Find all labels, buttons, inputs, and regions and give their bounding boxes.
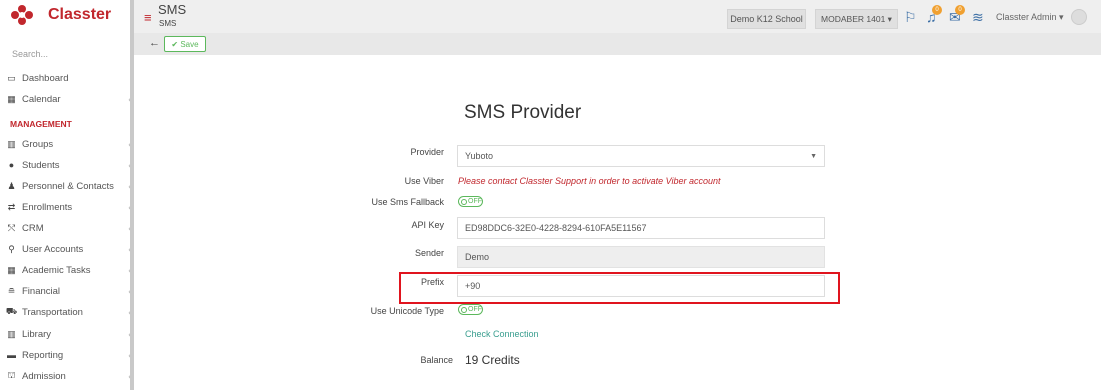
sender-label: Sender bbox=[414, 248, 444, 258]
sidebar-item-financial[interactable]: ≘ Financial ‹ bbox=[5, 283, 133, 299]
provider-select[interactable]: Yuboto ▼ bbox=[457, 145, 825, 167]
balance-label: Balance bbox=[420, 355, 453, 365]
toggle-state: OFF bbox=[468, 306, 482, 313]
sidebar-item-groups[interactable]: ▥ Groups ‹ bbox=[5, 136, 133, 152]
viber-warning-text: Please contact Classter Support in order… bbox=[458, 176, 721, 186]
admission-icon: ⛫ bbox=[7, 370, 16, 380]
save-button-label: Save bbox=[180, 39, 199, 49]
sidebar-item-enrollments[interactable]: ⇄ Enrollments ‹ bbox=[5, 199, 133, 215]
groups-icon: ▥ bbox=[7, 138, 16, 149]
sidebar-item-label: Academic Tasks bbox=[22, 264, 91, 276]
layers-icon[interactable]: ≋ bbox=[972, 9, 984, 26]
avatar[interactable] bbox=[1071, 9, 1087, 25]
library-icon: ▥ bbox=[7, 328, 16, 339]
sidebar-item-academic-tasks[interactable]: ▦ Academic Tasks ‹ bbox=[5, 262, 133, 278]
notification-count-badge: 0 bbox=[932, 5, 942, 15]
sidebar-item-label: Personnel & Contacts bbox=[22, 180, 114, 192]
page-title: SMS bbox=[158, 2, 187, 17]
page-breadcrumb: SMS bbox=[159, 19, 177, 28]
sidebar-item-label: Dashboard bbox=[22, 72, 69, 84]
message-count-badge: 0 bbox=[955, 5, 965, 15]
unicode-type-label: Use Unicode Type bbox=[370, 306, 444, 316]
sidebar-item-label: CRM bbox=[22, 222, 44, 234]
calendar-icon: ▦ bbox=[7, 93, 16, 104]
sidebar-item-user-accounts[interactable]: ⚲ User Accounts ‹ bbox=[5, 241, 133, 257]
caret-down-icon: ▾ bbox=[1059, 12, 1064, 22]
sidebar-item-crm[interactable]: ⤲ CRM ‹ bbox=[5, 220, 133, 236]
sidebar-item-personnel[interactable]: ♟ Personnel & Contacts ‹ bbox=[5, 178, 133, 194]
sidebar-item-label: Groups bbox=[22, 138, 54, 150]
provider-value: Yuboto bbox=[465, 151, 494, 161]
caret-down-icon: ▾ bbox=[887, 13, 892, 24]
sidebar-section-management: MANAGEMENT bbox=[10, 119, 72, 129]
prefix-highlight-box bbox=[399, 272, 840, 304]
sidebar-item-reporting[interactable]: ▬ Reporting ‹ bbox=[5, 347, 133, 363]
save-button[interactable]: ✔ Save bbox=[164, 36, 206, 52]
sidebar-item-calendar[interactable]: ▦ Calendar ‹ bbox=[5, 91, 133, 107]
caret-down-icon: ▼ bbox=[810, 153, 817, 160]
flag-icon[interactable]: ⚐ bbox=[904, 9, 917, 26]
search-input[interactable]: Search... bbox=[12, 49, 48, 59]
bell-icon[interactable]: ♫ 0 bbox=[926, 5, 942, 25]
form-title: SMS Provider bbox=[464, 102, 582, 123]
sidebar-item-library[interactable]: ▥ Library ‹ bbox=[5, 326, 133, 342]
printer-icon: ▬ bbox=[7, 350, 16, 360]
provider-label: Provider bbox=[410, 147, 444, 157]
classter-logo-icon bbox=[11, 5, 33, 25]
toggle-state: OFF bbox=[468, 198, 482, 205]
logo[interactable]: Classter bbox=[10, 4, 111, 26]
user-name: Classter Admin bbox=[996, 12, 1057, 22]
financial-icon: ≘ bbox=[7, 285, 16, 296]
sidebar-item-admission[interactable]: ⛫ Admission ‹ bbox=[5, 368, 133, 384]
sidebar-item-students[interactable]: ● Students ‹ bbox=[5, 157, 133, 173]
sms-fallback-toggle[interactable]: OFF bbox=[458, 196, 483, 207]
school-selector-button[interactable]: Demo K12 School bbox=[727, 9, 806, 29]
balance-value: 19 Credits bbox=[465, 353, 520, 367]
app-name: Classter bbox=[48, 6, 112, 23]
sidebar-item-label: Students bbox=[22, 159, 60, 171]
api-key-input[interactable]: ED98DDC6-32E0-4228-8294-610FA5E11567 bbox=[457, 217, 825, 239]
sidebar-item-transportation[interactable]: ⛟ Transportation ‹ bbox=[5, 304, 133, 320]
back-arrow-icon[interactable]: ← bbox=[149, 37, 160, 49]
sidebar-item-label: Enrollments bbox=[22, 201, 73, 213]
sms-fallback-label: Use Sms Fallback bbox=[371, 197, 444, 207]
check-connection-link[interactable]: Check Connection bbox=[465, 329, 539, 339]
sidebar-item-dashboard[interactable]: ▭ Dashboard bbox=[5, 70, 133, 86]
sidebar-item-label: Calendar bbox=[22, 93, 61, 105]
sidebar-item-label: Transportation bbox=[22, 306, 83, 318]
use-viber-label: Use Viber bbox=[404, 176, 444, 186]
sender-input[interactable]: Demo bbox=[457, 246, 825, 268]
top-bar: ≡ SMS SMS Demo K12 School MODABER 1401 ▾… bbox=[134, 0, 1101, 33]
enrollments-icon: ⇄ bbox=[7, 201, 16, 212]
academic-tasks-icon: ▦ bbox=[7, 264, 16, 275]
message-icon[interactable]: ✉ 0 bbox=[949, 5, 965, 26]
toggle-knob bbox=[461, 306, 467, 313]
api-key-label: API Key bbox=[411, 220, 444, 230]
user-accounts-icon: ⚲ bbox=[8, 243, 15, 254]
sidebar-item-label: Reporting bbox=[22, 349, 64, 361]
bus-icon: ⛟ bbox=[5, 306, 18, 316]
toggle-knob bbox=[461, 198, 467, 205]
crm-icon: ⤲ bbox=[7, 222, 16, 233]
unicode-type-toggle[interactable]: OFF bbox=[458, 304, 483, 315]
check-icon: ✔ bbox=[171, 39, 179, 49]
sidebar-item-label: User Accounts bbox=[22, 243, 84, 255]
year-selector-button[interactable]: MODABER 1401 ▾ bbox=[815, 9, 898, 29]
action-bar: ← ✔ Save bbox=[134, 33, 1101, 55]
sidebar: Classter Search... ▭ Dashboard ▦ Calenda… bbox=[0, 0, 133, 390]
sidebar-item-label: Financial bbox=[22, 285, 61, 297]
sidebar-item-label: Library bbox=[22, 328, 52, 340]
personnel-icon: ♟ bbox=[7, 180, 16, 191]
year-selector-label: MODABER 1401 bbox=[821, 14, 886, 24]
hamburger-menu-icon[interactable]: ≡ bbox=[144, 10, 152, 25]
students-icon: ● bbox=[8, 160, 15, 170]
monitor-icon: ▭ bbox=[7, 72, 16, 83]
sidebar-item-label: Admission bbox=[22, 370, 66, 382]
user-menu[interactable]: Classter Admin ▾ bbox=[996, 12, 1064, 23]
